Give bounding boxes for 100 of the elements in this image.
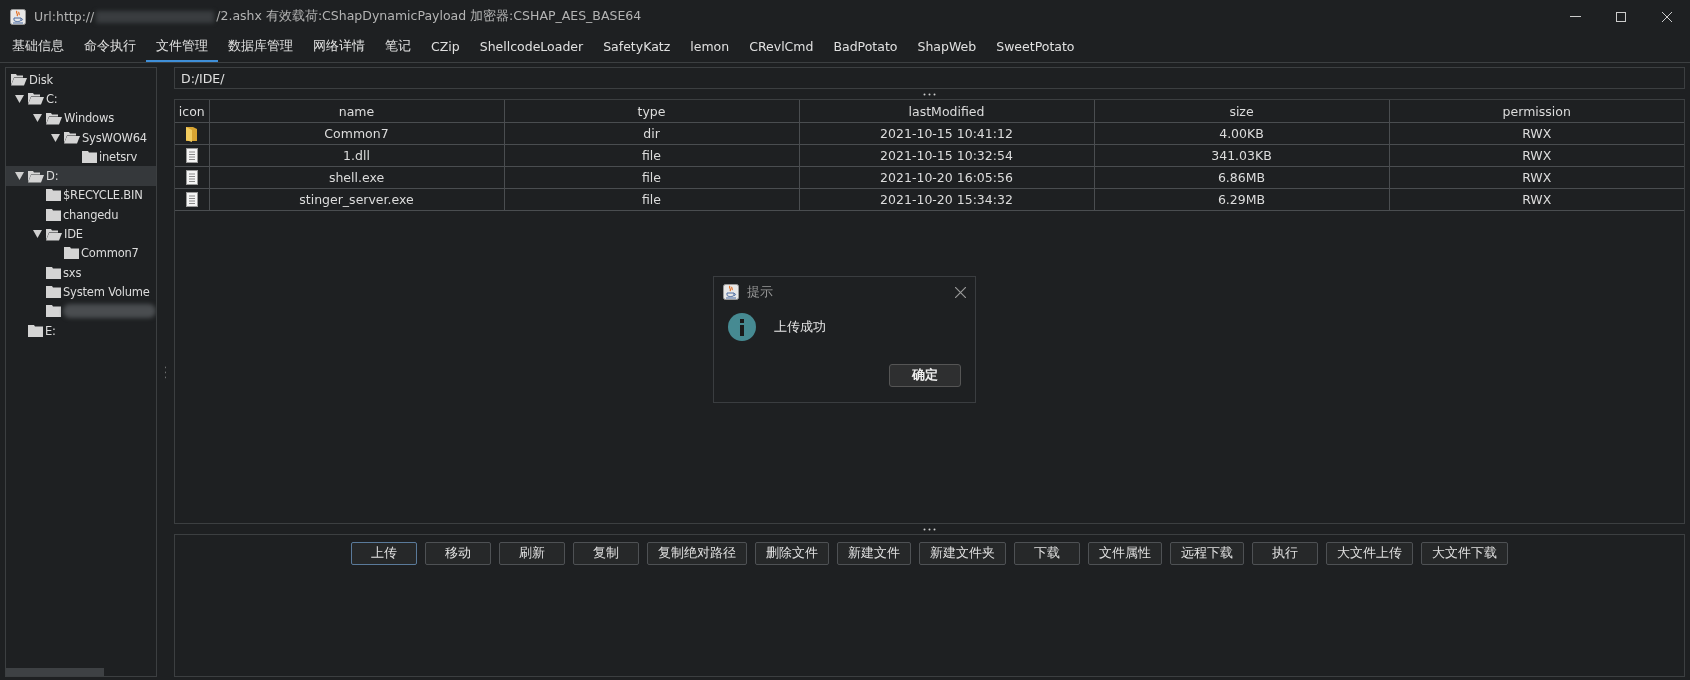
- folder-name: Windows: [64, 111, 114, 126]
- table-cell: dir: [504, 122, 799, 145]
- action-button[interactable]: 远程下载: [1170, 542, 1244, 565]
- column-header[interactable]: lastModified: [799, 100, 1094, 123]
- tab[interactable]: 网络详情: [303, 33, 375, 62]
- folder-icon: [46, 266, 61, 279]
- table-cell: 341.03KB: [1094, 144, 1389, 167]
- action-button[interactable]: 文件属性: [1088, 542, 1162, 565]
- scrollbar[interactable]: [6, 668, 104, 676]
- column-header[interactable]: size: [1094, 100, 1389, 123]
- action-button[interactable]: 复制绝对路径: [647, 542, 747, 565]
- tree-item[interactable]: Disk: [6, 70, 156, 90]
- tab[interactable]: 文件管理: [146, 33, 218, 62]
- column-header[interactable]: type: [504, 100, 799, 123]
- folder-name: C:: [46, 91, 58, 106]
- tree-item[interactable]: $RECYCLE.BIN: [6, 185, 156, 206]
- folder-icon: [64, 247, 79, 260]
- tree-item[interactable]: inetsrv: [6, 147, 156, 167]
- folder-icon: [46, 189, 61, 202]
- tree-item[interactable]: SysWOW64: [6, 127, 156, 148]
- tab[interactable]: 笔记: [375, 33, 421, 62]
- action-button[interactable]: 执行: [1252, 542, 1318, 565]
- action-button[interactable]: 移动: [425, 542, 491, 565]
- folder-name: sxs: [63, 265, 82, 280]
- table-cell: file: [504, 188, 799, 211]
- window-title: /2.ashx 有效载荷:CShapDynamicPayload 加密器:CSHAP_AES_BASE64: [216, 8, 642, 25]
- action-button[interactable]: 下载: [1014, 542, 1080, 565]
- folder-name: E:: [45, 323, 56, 338]
- expanded-arrow-icon[interactable]: [33, 230, 42, 238]
- table-cell: Common7: [209, 122, 504, 145]
- close-icon[interactable]: [955, 286, 966, 298]
- folder-name: $RECYCLE.BIN: [63, 188, 143, 203]
- table-cell: 1.dll: [209, 144, 504, 167]
- tab[interactable]: BadPotato: [823, 33, 908, 62]
- tree-item[interactable]: IDE: [6, 224, 156, 244]
- tab[interactable]: ShellcodeLoader: [469, 33, 594, 62]
- folder-name: IDE: [64, 227, 83, 241]
- folder-icon: [46, 285, 61, 298]
- folder-icon: [28, 324, 43, 337]
- tab[interactable]: 数据库管理: [218, 33, 303, 62]
- splitter-handle[interactable]: [923, 92, 936, 96]
- table-cell: shell.exe: [209, 166, 504, 189]
- dialog-message: 上传成功: [774, 318, 826, 336]
- tree-item[interactable]: sxs: [6, 262, 156, 283]
- folder-name: changedu: [63, 207, 119, 222]
- folder-name: SysWOW64: [82, 130, 147, 145]
- ok-button[interactable]: 确定: [889, 364, 961, 387]
- table-cell: file: [504, 166, 799, 189]
- splitter-handle[interactable]: [923, 527, 936, 531]
- document-icon: [185, 170, 198, 185]
- close-icon[interactable]: [1662, 11, 1672, 22]
- tree-item[interactable]: changedu: [6, 205, 156, 225]
- tree-item[interactable]: C:: [6, 89, 156, 109]
- table-cell: stinger_server.exe: [209, 188, 504, 211]
- tab[interactable]: SafetyKatz: [593, 33, 681, 62]
- table-cell: 2021-10-20 15:34:32: [799, 188, 1094, 211]
- action-button[interactable]: 大文件上传: [1326, 542, 1413, 565]
- tree-item[interactable]: E:: [6, 320, 156, 341]
- column-header[interactable]: name: [209, 100, 504, 123]
- tree-item[interactable]: D:: [6, 166, 156, 186]
- table-cell: file: [504, 144, 799, 167]
- expanded-arrow-icon[interactable]: [33, 114, 42, 123]
- column-header[interactable]: permission: [1389, 100, 1684, 123]
- tab[interactable]: 命令执行: [74, 33, 146, 62]
- action-button[interactable]: 新建文件: [837, 542, 911, 565]
- tab[interactable]: lemon: [680, 33, 740, 62]
- tab[interactable]: CZip: [421, 33, 470, 62]
- folder-name: System Volume: [63, 284, 150, 299]
- expanded-arrow-icon[interactable]: [15, 94, 24, 103]
- action-button[interactable]: 刷新: [499, 542, 565, 565]
- column-header[interactable]: icon: [175, 100, 209, 123]
- tab[interactable]: SweetPotato: [986, 33, 1085, 62]
- path-field[interactable]: D:/IDE/: [174, 67, 1685, 89]
- folder-name: D:: [46, 169, 59, 184]
- maximize-icon[interactable]: [1616, 11, 1626, 22]
- action-button[interactable]: 大文件下载: [1421, 542, 1508, 565]
- expanded-arrow-icon[interactable]: [15, 172, 24, 181]
- expanded-arrow-icon[interactable]: [51, 133, 60, 142]
- action-button[interactable]: 新建文件夹: [919, 542, 1006, 565]
- tree-item[interactable]: Windows: [6, 108, 156, 128]
- window-title: Url:http://: [34, 9, 95, 24]
- folder-name: Common7: [81, 246, 139, 261]
- app-icon: [723, 284, 739, 300]
- minimize-icon[interactable]: [1569, 16, 1581, 17]
- document-icon: [185, 192, 198, 207]
- folder-icon: [46, 305, 61, 318]
- document-icon: [185, 148, 198, 163]
- action-button[interactable]: 上传: [351, 542, 417, 565]
- tab[interactable]: 基础信息: [2, 33, 74, 62]
- table-cell: 2021-10-20 16:05:56: [799, 166, 1094, 189]
- table-cell: 2021-10-15 10:41:12: [799, 122, 1094, 145]
- tree-item[interactable]: System Volume: [6, 282, 156, 302]
- app-icon: [10, 8, 26, 25]
- action-button[interactable]: 复制: [573, 542, 639, 565]
- action-button[interactable]: 删除文件: [755, 542, 829, 565]
- tab[interactable]: CRevlCmd: [739, 33, 824, 62]
- tab[interactable]: ShapWeb: [907, 33, 987, 62]
- tree-item[interactable]: Common7: [6, 243, 156, 263]
- dialog-title: 提示: [747, 283, 773, 301]
- table-cell: 2021-10-15 10:32:54: [799, 144, 1094, 167]
